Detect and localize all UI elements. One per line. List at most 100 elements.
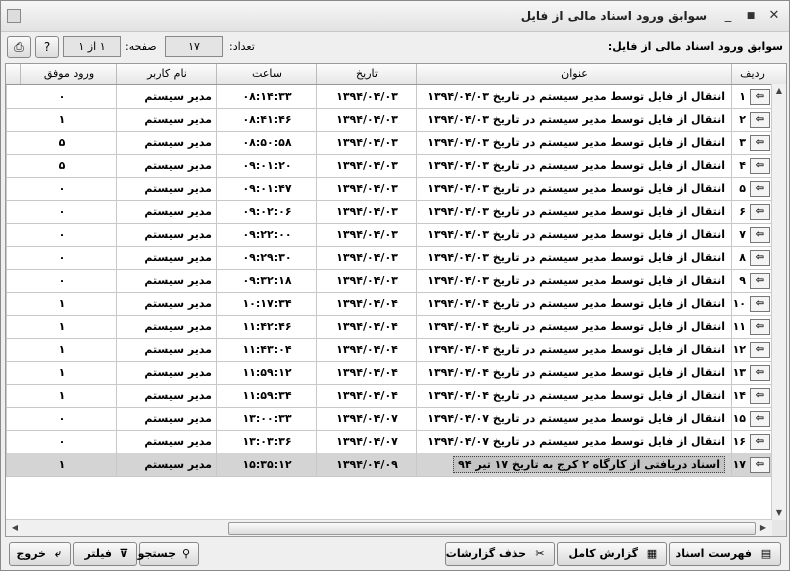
cell-title: انتقال از فایل توسط مدیر سیستم در تاریخ … bbox=[416, 361, 731, 384]
cell-title-text: انتقال از فایل توسط مدیر سیستم در تاریخ … bbox=[427, 159, 725, 172]
cell-time: ۱۱:۵۹:۱۲ bbox=[216, 361, 317, 384]
arrow-left-icon[interactable]: ⇦ bbox=[750, 457, 770, 473]
table-row[interactable]: ۳ ⇦ انتقال از فایل توسط مدیر سیستم در تاری… bbox=[6, 131, 772, 155]
exit-button[interactable]: ⤶ خروج bbox=[9, 542, 71, 566]
table-row[interactable]: ۱۷ ⇦ اسناد دریافتی از کارگاه ۲ کرج به تاری… bbox=[6, 453, 772, 477]
scroll-up-icon[interactable]: ▲ bbox=[772, 84, 786, 98]
arrow-left-icon[interactable]: ⇦ bbox=[750, 227, 770, 243]
filter-icon: ⊽ bbox=[119, 547, 129, 560]
table-row[interactable]: ۱۲ ⇦ انتقال از فایل توسط مدیر سیستم در تار… bbox=[6, 338, 772, 362]
row-number-text: ۳ bbox=[739, 136, 746, 149]
scroll-right-icon[interactable]: ▶ bbox=[756, 521, 770, 535]
cell-date: ۱۳۹۴/۰۴/۰۳ bbox=[316, 154, 417, 177]
delete-reports-button[interactable]: ✂ حذف گزارشات bbox=[445, 542, 555, 566]
arrow-left-icon[interactable]: ⇦ bbox=[750, 342, 770, 358]
table-row[interactable]: ۱۵ ⇦ انتقال از فایل توسط مدیر سیستم در تار… bbox=[6, 407, 772, 431]
footer-toolbar: ▤ فهرست اسناد ▦ گزارش کامل ✂ حذف گزارشات… bbox=[1, 539, 789, 571]
row-number-text: ۱۶ bbox=[732, 435, 746, 448]
cell-user: مدیر سیستم bbox=[116, 407, 216, 430]
col-header-title[interactable]: عنوان bbox=[416, 64, 732, 84]
table-row[interactable]: ۴ ⇦ انتقال از فایل توسط مدیر سیستم در تاری… bbox=[6, 154, 772, 178]
cell-title: انتقال از فایل توسط مدیر سیستم در تاریخ … bbox=[416, 384, 731, 407]
horizontal-scroll-thumb[interactable] bbox=[228, 522, 756, 535]
list-docs-label: فهرست اسناد bbox=[675, 547, 752, 560]
col-header-row-number[interactable]: ردیف bbox=[731, 64, 773, 84]
cell-ok: ۱ bbox=[6, 108, 117, 131]
count-label: تعداد: bbox=[229, 40, 255, 53]
row-number-text: ۴ bbox=[739, 159, 746, 172]
table-row[interactable]: ۱۴ ⇦ انتقال از فایل توسط مدیر سیستم در تار… bbox=[6, 384, 772, 408]
vertical-scrollbar[interactable]: ▲ ▼ bbox=[771, 84, 786, 520]
cell-title: اسناد دریافتی از کارگاه ۲ کرج به تاریخ ۱… bbox=[416, 453, 731, 476]
records-grid[interactable]: ردیف عنوان تاریخ ساعت نام کاربر ورود موف… bbox=[5, 63, 787, 537]
table-row[interactable]: ۱ ⇦ انتقال از فایل توسط مدیر سیستم در تاری… bbox=[6, 85, 772, 109]
grid-header: ردیف عنوان تاریخ ساعت نام کاربر ورود موف… bbox=[6, 64, 786, 85]
cell-time: ۱۱:۴۳:۰۴ bbox=[216, 338, 317, 361]
cell-title-text: انتقال از فایل توسط مدیر سیستم در تاریخ … bbox=[427, 435, 725, 448]
cell-user: مدیر سیستم bbox=[116, 200, 216, 223]
full-report-button[interactable]: ▦ گزارش کامل bbox=[557, 542, 667, 566]
search-button[interactable]: ⚲ جستجو bbox=[138, 542, 199, 566]
table-row[interactable]: ۸ ⇦ انتقال از فایل توسط مدیر سیستم در تاری… bbox=[6, 246, 772, 270]
cell-user: مدیر سیستم bbox=[116, 315, 216, 338]
scroll-down-icon[interactable]: ▼ bbox=[772, 506, 786, 520]
list-docs-button[interactable]: ▤ فهرست اسناد bbox=[669, 542, 781, 566]
cell-user: مدیر سیستم bbox=[116, 384, 216, 407]
print-button[interactable]: ⎙ bbox=[7, 36, 31, 58]
table-row[interactable]: ۶ ⇦ انتقال از فایل توسط مدیر سیستم در تاری… bbox=[6, 200, 772, 224]
main-window: سوابق ورود اسناد مالی از فایل _ ■ ✕ سواب… bbox=[0, 0, 790, 571]
arrow-left-icon[interactable]: ⇦ bbox=[750, 296, 770, 312]
row-number-text: ۱ bbox=[739, 90, 746, 103]
table-row[interactable]: ۱۰ ⇦ انتقال از فایل توسط مدیر سیستم در تار… bbox=[6, 292, 772, 316]
cell-ok: ۵ bbox=[6, 154, 117, 177]
table-row[interactable]: ۹ ⇦ انتقال از فایل توسط مدیر سیستم در تاری… bbox=[6, 269, 772, 293]
cell-ok: ۰ bbox=[6, 200, 117, 223]
table-row[interactable]: ۱۱ ⇦ انتقال از فایل توسط مدیر سیستم در تار… bbox=[6, 315, 772, 339]
help-icon: ? bbox=[43, 40, 51, 54]
cell-num: ۱ ⇦ bbox=[731, 85, 772, 108]
arrow-left-icon[interactable]: ⇦ bbox=[750, 250, 770, 266]
cell-time: ۱۳:۰۰:۳۳ bbox=[216, 407, 317, 430]
filter-button[interactable]: ⊽ فیلتر bbox=[73, 542, 137, 566]
arrow-left-icon[interactable]: ⇦ bbox=[750, 434, 770, 450]
minimize-button[interactable]: _ bbox=[719, 7, 737, 25]
exit-icon: ⤶ bbox=[54, 547, 62, 560]
close-button[interactable]: ✕ bbox=[765, 7, 783, 25]
filter-label: فیلتر bbox=[84, 547, 112, 560]
cell-date: ۱۳۹۴/۰۴/۰۴ bbox=[316, 315, 417, 338]
arrow-left-icon[interactable]: ⇦ bbox=[750, 158, 770, 174]
scroll-left-icon[interactable]: ◀ bbox=[8, 521, 22, 535]
arrow-left-icon[interactable]: ⇦ bbox=[750, 135, 770, 151]
row-number-text: ۹ bbox=[739, 274, 746, 287]
cell-date: ۱۳۹۴/۰۴/۰۳ bbox=[316, 269, 417, 292]
arrow-left-icon[interactable]: ⇦ bbox=[750, 273, 770, 289]
horizontal-scrollbar[interactable]: ◀ ▶ bbox=[6, 519, 772, 536]
arrow-left-icon[interactable]: ⇦ bbox=[750, 204, 770, 220]
arrow-left-icon[interactable]: ⇦ bbox=[750, 411, 770, 427]
cell-user: مدیر سیستم bbox=[116, 453, 216, 476]
col-header-user[interactable]: نام کاربر bbox=[116, 64, 217, 84]
cell-title-text: انتقال از فایل توسط مدیر سیستم در تاریخ … bbox=[427, 205, 725, 218]
arrow-left-icon[interactable]: ⇦ bbox=[750, 388, 770, 404]
arrow-left-icon[interactable]: ⇦ bbox=[750, 365, 770, 381]
col-header-success[interactable]: ورود موفق bbox=[20, 64, 117, 84]
row-number-text: ۸ bbox=[739, 251, 746, 264]
table-row[interactable]: ۲ ⇦ انتقال از فایل توسط مدیر سیستم در تاری… bbox=[6, 108, 772, 132]
table-row[interactable]: ۷ ⇦ انتقال از فایل توسط مدیر سیستم در تاری… bbox=[6, 223, 772, 247]
col-header-date[interactable]: تاریخ bbox=[316, 64, 417, 84]
cell-time: ۰۹:۲۹:۳۰ bbox=[216, 246, 317, 269]
table-row[interactable]: ۱۶ ⇦ انتقال از فایل توسط مدیر سیستم در تار… bbox=[6, 430, 772, 454]
window-icon bbox=[7, 9, 21, 23]
help-button[interactable]: ? bbox=[35, 36, 59, 58]
col-header-time[interactable]: ساعت bbox=[216, 64, 317, 84]
cell-title: انتقال از فایل توسط مدیر سیستم در تاریخ … bbox=[416, 177, 731, 200]
arrow-left-icon[interactable]: ⇦ bbox=[750, 89, 770, 105]
table-row[interactable]: ۱۳ ⇦ انتقال از فایل توسط مدیر سیستم در تار… bbox=[6, 361, 772, 385]
arrow-left-icon[interactable]: ⇦ bbox=[750, 319, 770, 335]
cell-num: ۷ ⇦ bbox=[731, 223, 772, 246]
restore-button[interactable]: ■ bbox=[742, 7, 760, 25]
table-row[interactable]: ۵ ⇦ انتقال از فایل توسط مدیر سیستم در تاری… bbox=[6, 177, 772, 201]
arrow-left-icon[interactable]: ⇦ bbox=[750, 181, 770, 197]
cell-num: ۱۷ ⇦ bbox=[731, 453, 772, 476]
arrow-left-icon[interactable]: ⇦ bbox=[750, 112, 770, 128]
